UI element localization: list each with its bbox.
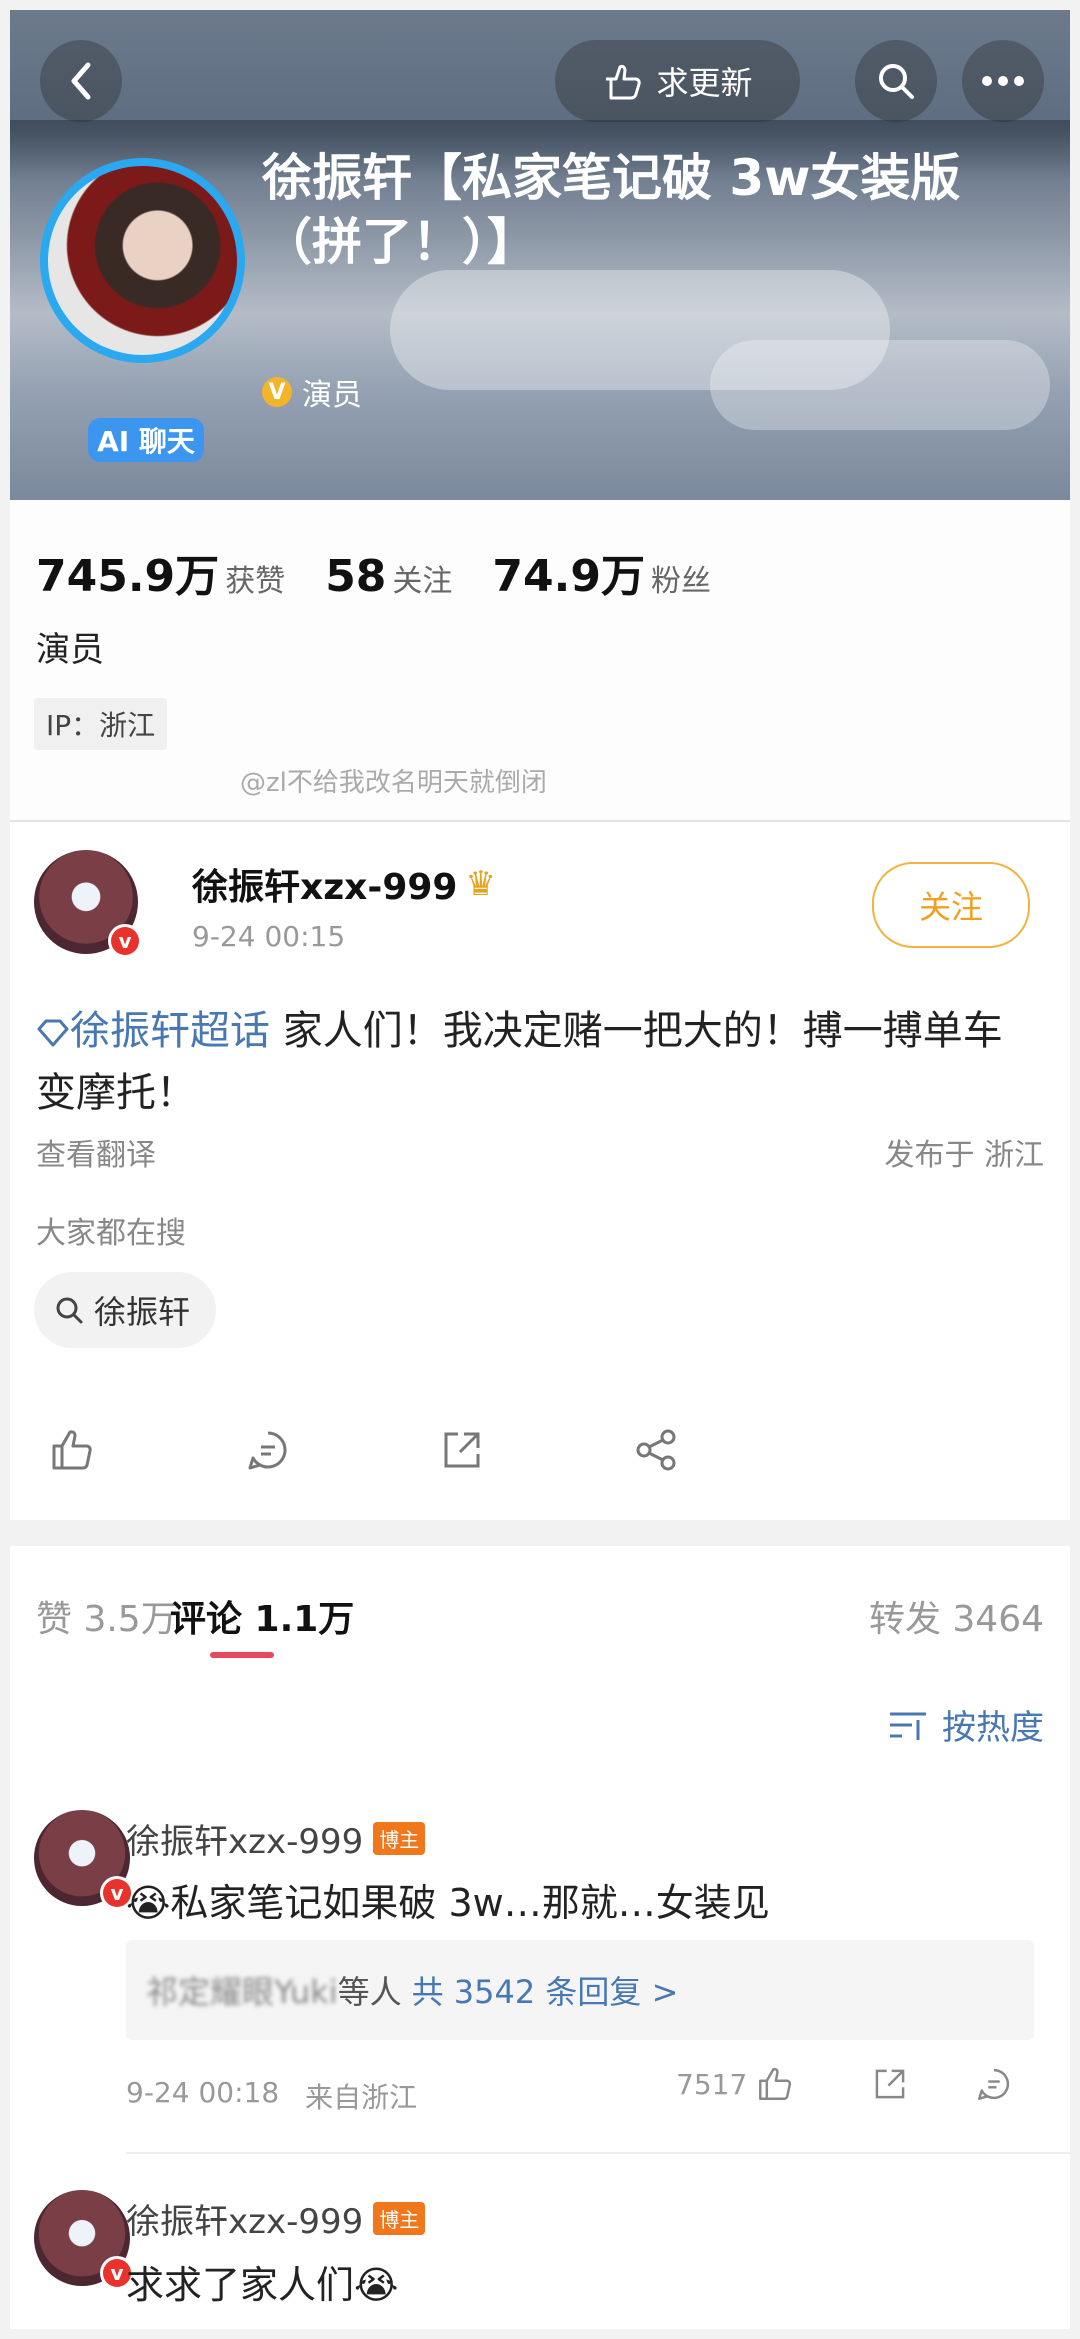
crown-icon: ♛ bbox=[465, 864, 496, 904]
post-actions bbox=[10, 1410, 1070, 1490]
comment-meta: 9-24 00:18 来自浙江 bbox=[126, 2076, 417, 2116]
comment-avatar[interactable]: v bbox=[34, 2190, 134, 2290]
more-dots-icon bbox=[982, 76, 1024, 86]
comment-icon bbox=[978, 2068, 1010, 2100]
search-chip[interactable]: 徐振轩 bbox=[34, 1272, 217, 1348]
post-location: 发布于 浙江 bbox=[884, 1138, 1044, 1173]
share-nodes-icon bbox=[636, 1429, 676, 1471]
chevron-left-icon bbox=[71, 62, 91, 100]
comment-reply-button[interactable] bbox=[976, 2066, 1012, 2102]
tab-comments[interactable]: 评论 1.1万 bbox=[170, 1590, 354, 1642]
sort-label: 按热度 bbox=[942, 1708, 1044, 1748]
post-author-avatar[interactable]: v bbox=[34, 850, 142, 958]
section-separator bbox=[10, 1520, 1070, 1546]
ip-location: IP：浙江 bbox=[34, 698, 168, 750]
repost-button[interactable] bbox=[432, 1420, 492, 1480]
active-tab-indicator bbox=[210, 1652, 274, 1658]
share-button[interactable] bbox=[626, 1420, 686, 1480]
comment-author[interactable]: 徐振轩xzx-999 博主 bbox=[126, 2194, 426, 2243]
likes-count: 745.9万 bbox=[36, 551, 220, 602]
header-cloud bbox=[710, 340, 1050, 430]
profile-bio: 演员 bbox=[36, 630, 104, 670]
host-badge: 博主 bbox=[373, 1822, 426, 1855]
comment-time: 9-24 00:18 bbox=[126, 2076, 280, 2109]
post-author-label: 徐振轩xzx-999 bbox=[192, 867, 458, 908]
sort-button[interactable]: 按热度 bbox=[888, 1700, 1044, 1749]
profile-header: 求更新 AI 聊天 徐振轩【私家笔记破 3w女装版（拼了！）】 V 演员 bbox=[10, 10, 1070, 500]
comment-divider bbox=[126, 2152, 1070, 2154]
comment-avatar[interactable]: v bbox=[34, 1810, 134, 1910]
profile-title: 徐振轩【私家笔记破 3w女装版（拼了！）】 bbox=[262, 149, 961, 271]
back-button[interactable] bbox=[40, 40, 122, 122]
ai-chat-badge[interactable]: AI 聊天 bbox=[88, 418, 204, 462]
comment-source: 来自浙江 bbox=[305, 2081, 418, 2114]
replies-preview[interactable]: 祁定耀眼Yuki 等人 共 3542 条回复 > bbox=[126, 1940, 1034, 2040]
request-update-button[interactable]: 求更新 bbox=[555, 40, 800, 122]
diamond-icon bbox=[37, 1019, 69, 1047]
screen: 求更新 AI 聊天 徐振轩【私家笔记破 3w女装版（拼了！）】 V 演员 745… bbox=[10, 10, 1070, 2329]
watermark: @zl不给我改名明天就倒闭 bbox=[240, 768, 547, 798]
search-icon bbox=[56, 1297, 83, 1324]
likes-label: 获赞 bbox=[225, 564, 286, 599]
verified-icon: V bbox=[262, 377, 292, 407]
comment-author-label: 徐振轩xzx-999 bbox=[126, 1822, 364, 1862]
search-icon bbox=[879, 64, 914, 99]
comment-text: 求求了家人们😭 bbox=[126, 2263, 399, 2307]
more-button[interactable] bbox=[962, 40, 1044, 122]
verification-label: 演员 bbox=[302, 378, 362, 413]
comment-icon bbox=[248, 1431, 287, 1470]
post-time: 9-24 00:15 bbox=[192, 920, 346, 953]
sort-icon bbox=[890, 1712, 926, 1740]
like-button[interactable] bbox=[42, 1420, 102, 1480]
trending-search-label: 大家都在搜 bbox=[36, 1216, 186, 1251]
replies-users: 祁定耀眼Yuki bbox=[146, 1973, 338, 2011]
search-chip-label: 徐振轩 bbox=[94, 1293, 191, 1331]
fans-label[interactable]: 粉丝 bbox=[651, 556, 711, 600]
post-text: 徐振轩超话 家人们！我决定赌一把大的！搏一搏单车变摩托！ bbox=[36, 1000, 1036, 1124]
post-author-name[interactable]: 徐振轩xzx-999 ♛ bbox=[192, 858, 496, 910]
pointing-hand-icon bbox=[606, 64, 642, 100]
comment-button[interactable] bbox=[238, 1420, 298, 1480]
verification-tag: V 演员 bbox=[262, 370, 362, 414]
request-update-label: 求更新 bbox=[656, 64, 753, 102]
comment-author[interactable]: 徐振轩xzx-999 博主 bbox=[126, 1814, 426, 1863]
following-label[interactable]: 关注 bbox=[392, 556, 452, 600]
translate-link[interactable]: 查看翻译 bbox=[36, 1130, 156, 1174]
comment-like-button[interactable]: 7517 bbox=[676, 2066, 793, 2102]
verified-badge: v bbox=[108, 924, 142, 958]
share-out-icon bbox=[875, 2069, 905, 2099]
fans-count[interactable]: 74.9万 bbox=[492, 540, 645, 604]
thumbs-up-icon bbox=[52, 1430, 92, 1470]
topic-link[interactable]: 徐振轩超话 bbox=[36, 1008, 270, 1054]
comment-author-label: 徐振轩xzx-999 bbox=[126, 2202, 364, 2242]
comment-like-count: 7517 bbox=[676, 2067, 748, 2101]
follow-button[interactable]: 关注 bbox=[872, 862, 1030, 948]
profile-stats: 745.9万 获赞 58 关注 74.9万 粉丝 bbox=[36, 540, 711, 604]
avatar-image bbox=[48, 166, 237, 355]
profile-avatar[interactable] bbox=[40, 158, 245, 363]
comment-text: 😭私家笔记如果破 3w…那就…女装见 bbox=[126, 1881, 770, 1925]
share-out-icon bbox=[444, 1432, 480, 1468]
host-badge: 博主 bbox=[373, 2202, 426, 2235]
verified-icon: v bbox=[111, 927, 139, 955]
tab-likes[interactable]: 赞 3.5万 bbox=[36, 1590, 177, 1642]
replies-who: 等人 bbox=[337, 1973, 402, 2011]
comment-share-button[interactable] bbox=[872, 2066, 908, 2102]
search-button[interactable] bbox=[855, 40, 937, 122]
thumbs-up-icon bbox=[759, 2067, 792, 2100]
replies-link[interactable]: 共 3542 条回复 > bbox=[412, 1967, 679, 2013]
divider bbox=[10, 820, 1070, 822]
topic-label: 徐振轩超话 bbox=[70, 1008, 270, 1054]
following-count[interactable]: 58 bbox=[325, 551, 386, 602]
profile-panel: 745.9万 获赞 58 关注 74.9万 粉丝 演员 IP：浙江 @zl不给我… bbox=[10, 500, 1070, 820]
tab-reposts[interactable]: 转发 3464 bbox=[869, 1590, 1044, 1642]
